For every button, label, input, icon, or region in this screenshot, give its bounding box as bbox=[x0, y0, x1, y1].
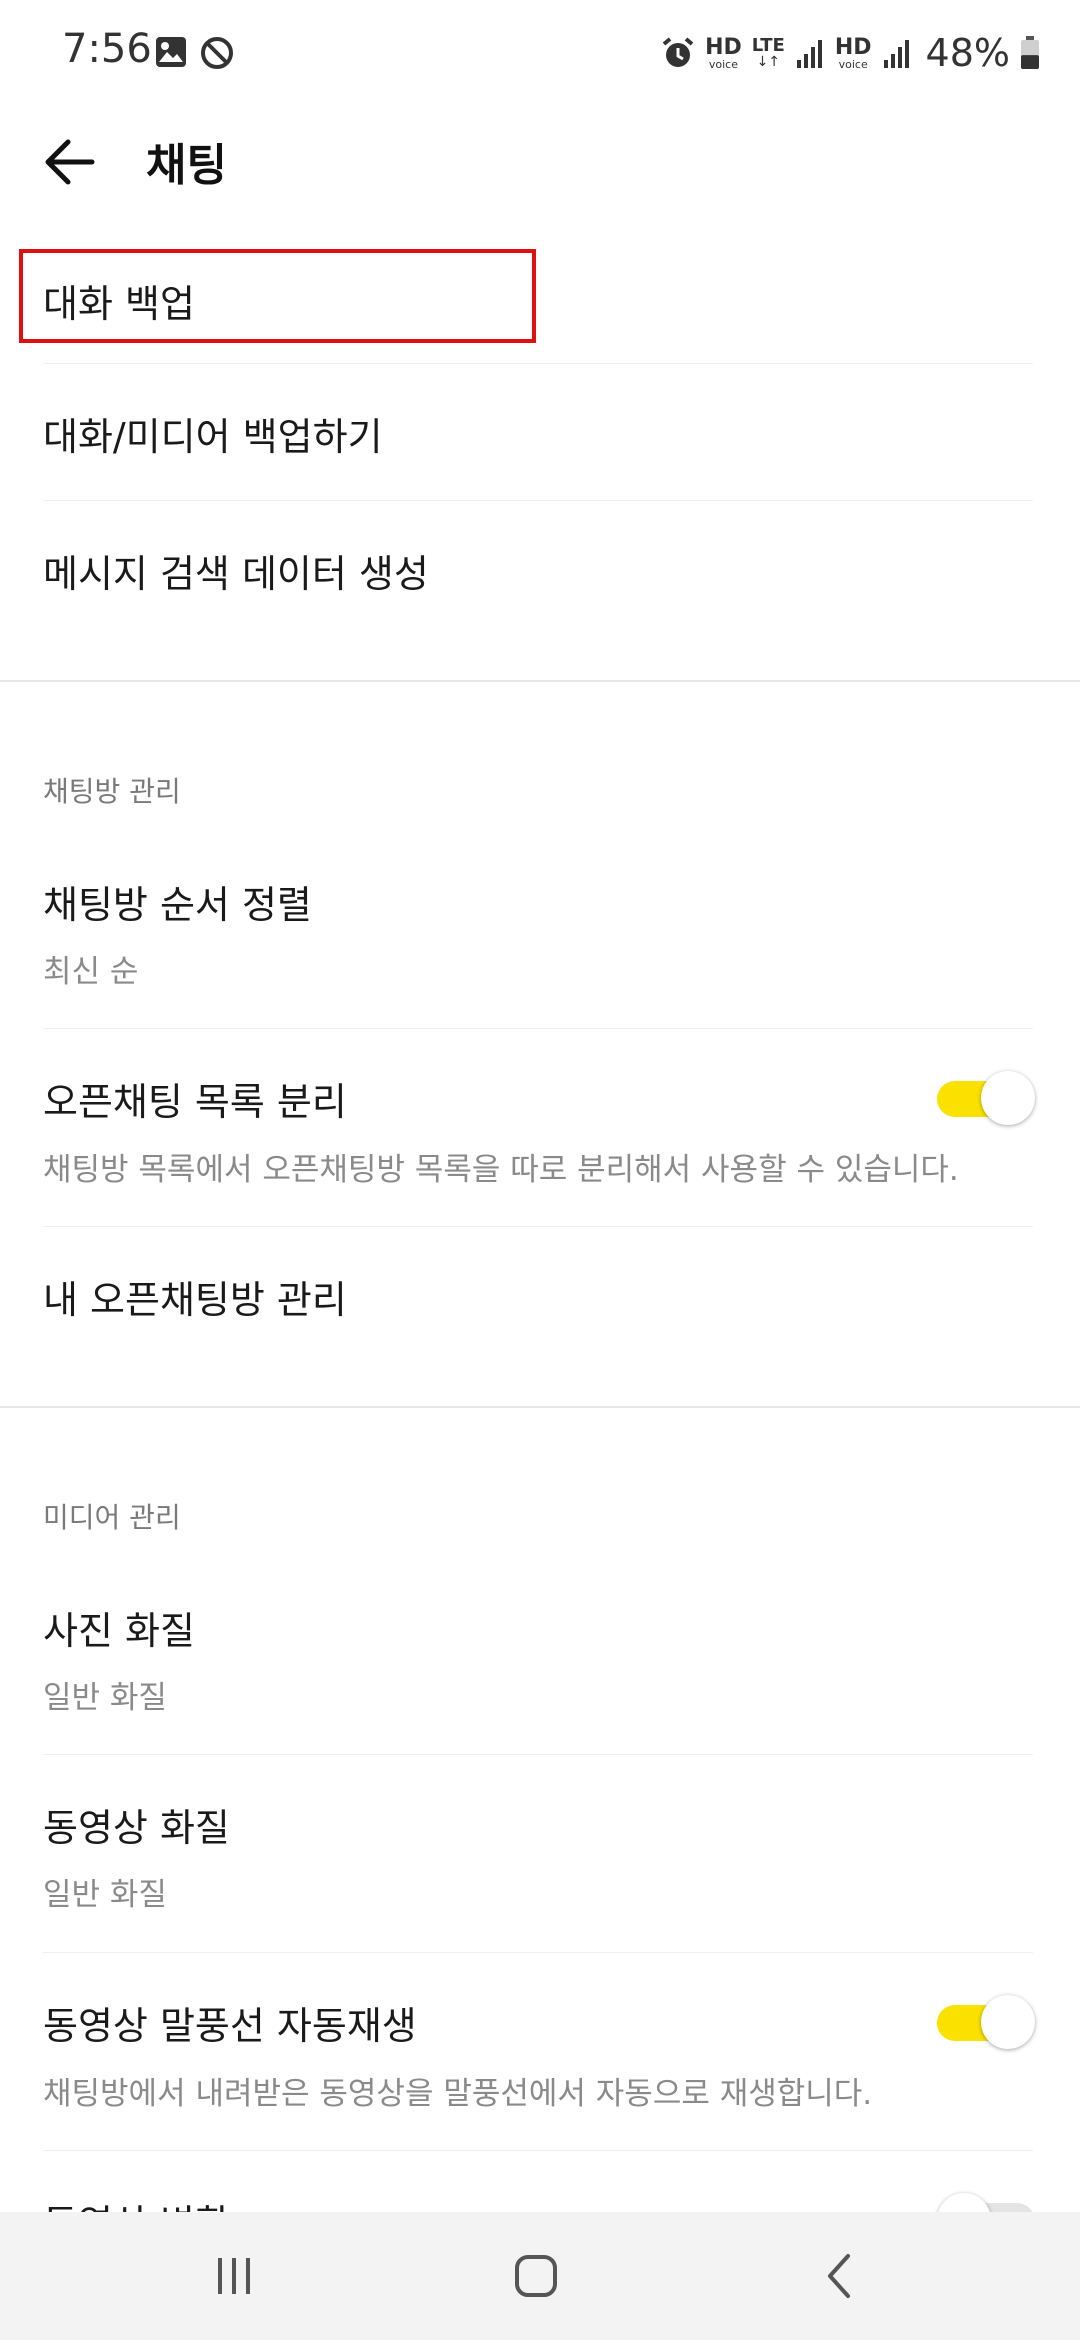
toggle-knob bbox=[937, 2193, 991, 2212]
battery-fill bbox=[1021, 55, 1039, 69]
video-autoplay-description: 채팅방에서 내려받은 동영상을 말풍선에서 자동으로 재생합니다. bbox=[43, 2076, 873, 2112]
battery-percent: 48% bbox=[925, 31, 1010, 75]
do-not-disturb-icon bbox=[201, 37, 233, 69]
section-header-chatroom: 채팅방 관리 bbox=[43, 775, 181, 808]
back-icon bbox=[828, 2254, 850, 2298]
hd-label: HD bbox=[705, 34, 742, 60]
hd-voice-indicator-2: HD voice bbox=[834, 34, 872, 71]
highlight-box bbox=[19, 249, 536, 343]
toggle-knob bbox=[981, 1071, 1035, 1125]
open-chat-split-toggle[interactable] bbox=[937, 1071, 1037, 1125]
back-button[interactable] bbox=[760, 2212, 920, 2340]
status-icons: HD voice LTE ↓↑ HD voice 48% bbox=[661, 30, 1040, 76]
alarm-icon bbox=[662, 37, 694, 67]
video-quality-item[interactable]: 동영상 화질 일반 화질 bbox=[0, 1755, 1080, 1951]
section-divider bbox=[0, 1406, 1080, 1408]
home-icon bbox=[515, 2255, 557, 2297]
status-bar: 7:56 HD voice LTE ↓↑ HD voice 48% bbox=[0, 0, 1080, 105]
recent-apps-icon bbox=[218, 2258, 250, 2294]
video-autoplay-title: 동영상 말풍선 자동재생 bbox=[43, 2004, 417, 2048]
status-time: 7:56 bbox=[62, 26, 152, 72]
app-bar: 채팅 bbox=[0, 105, 1080, 255]
open-chat-split-description: 채팅방 목록에서 오픈채팅방 목록을 따로 분리해서 사용할 수 있습니다. bbox=[43, 1152, 959, 1188]
lte-indicator: LTE ↓↑ bbox=[751, 35, 785, 70]
voice-label: voice bbox=[708, 57, 738, 71]
video-convert-title: 동영상 변환 bbox=[43, 2193, 230, 2212]
hd-label-2: HD bbox=[834, 34, 872, 60]
video-quality-title: 동영상 화질 bbox=[43, 1806, 230, 1850]
battery-icon bbox=[1021, 36, 1039, 69]
photo-quality-value: 일반 화질 bbox=[43, 1680, 167, 1716]
video-autoplay-toggle[interactable] bbox=[937, 1995, 1037, 2049]
signal-icon bbox=[796, 40, 822, 68]
my-open-chat-title: 내 오픈채팅방 관리 bbox=[43, 1278, 347, 1322]
chat-media-backup-item[interactable]: 대화/미디어 백업하기 bbox=[0, 364, 1080, 500]
page-title: 채팅 bbox=[146, 140, 227, 191]
lte-label: LTE bbox=[751, 35, 785, 56]
chat-media-backup-title: 대화/미디어 백업하기 bbox=[43, 415, 383, 459]
photo-quality-item[interactable]: 사진 화질 일반 화질 bbox=[0, 1574, 1080, 1754]
open-chat-split-item[interactable]: 오픈채팅 목록 분리 채팅방 목록에서 오픈채팅방 목록을 따로 분리해서 사용… bbox=[0, 1029, 1080, 1225]
video-quality-value: 일반 화질 bbox=[43, 1877, 167, 1913]
video-convert-toggle[interactable] bbox=[937, 2193, 1037, 2212]
system-nav-bar bbox=[0, 2212, 1080, 2340]
my-open-chat-item[interactable]: 내 오픈채팅방 관리 bbox=[0, 1227, 1080, 1407]
section-divider bbox=[0, 680, 1080, 682]
lte-arrows: ↓↑ bbox=[756, 54, 781, 70]
message-search-data-item[interactable]: 메시지 검색 데이터 생성 bbox=[0, 501, 1080, 681]
hd-voice-indicator: HD voice bbox=[705, 34, 742, 71]
open-chat-split-title: 오픈채팅 목록 분리 bbox=[43, 1080, 347, 1124]
image-icon bbox=[156, 37, 186, 67]
section-header-media: 미디어 관리 bbox=[43, 1501, 181, 1534]
arrow-left-icon[interactable] bbox=[40, 127, 110, 197]
video-autoplay-item[interactable]: 동영상 말풍선 자동재생 채팅방에서 내려받은 동영상을 말풍선에서 자동으로 … bbox=[0, 1953, 1080, 2149]
video-convert-item[interactable]: 동영상 변환 bbox=[0, 2151, 1080, 2212]
chatroom-sort-item[interactable]: 채팅방 순서 정렬 최신 순 bbox=[0, 848, 1080, 1028]
signal-icon-2 bbox=[883, 40, 909, 68]
chatroom-sort-title: 채팅방 순서 정렬 bbox=[43, 883, 312, 927]
chatroom-sort-value: 최신 순 bbox=[43, 954, 139, 990]
photo-quality-title: 사진 화질 bbox=[43, 1609, 195, 1653]
recent-apps-button[interactable] bbox=[154, 2212, 314, 2340]
voice-label-2: voice bbox=[838, 57, 868, 71]
home-button[interactable] bbox=[456, 2212, 616, 2340]
toggle-knob bbox=[981, 1995, 1035, 2049]
message-search-data-title: 메시지 검색 데이터 생성 bbox=[43, 552, 429, 596]
